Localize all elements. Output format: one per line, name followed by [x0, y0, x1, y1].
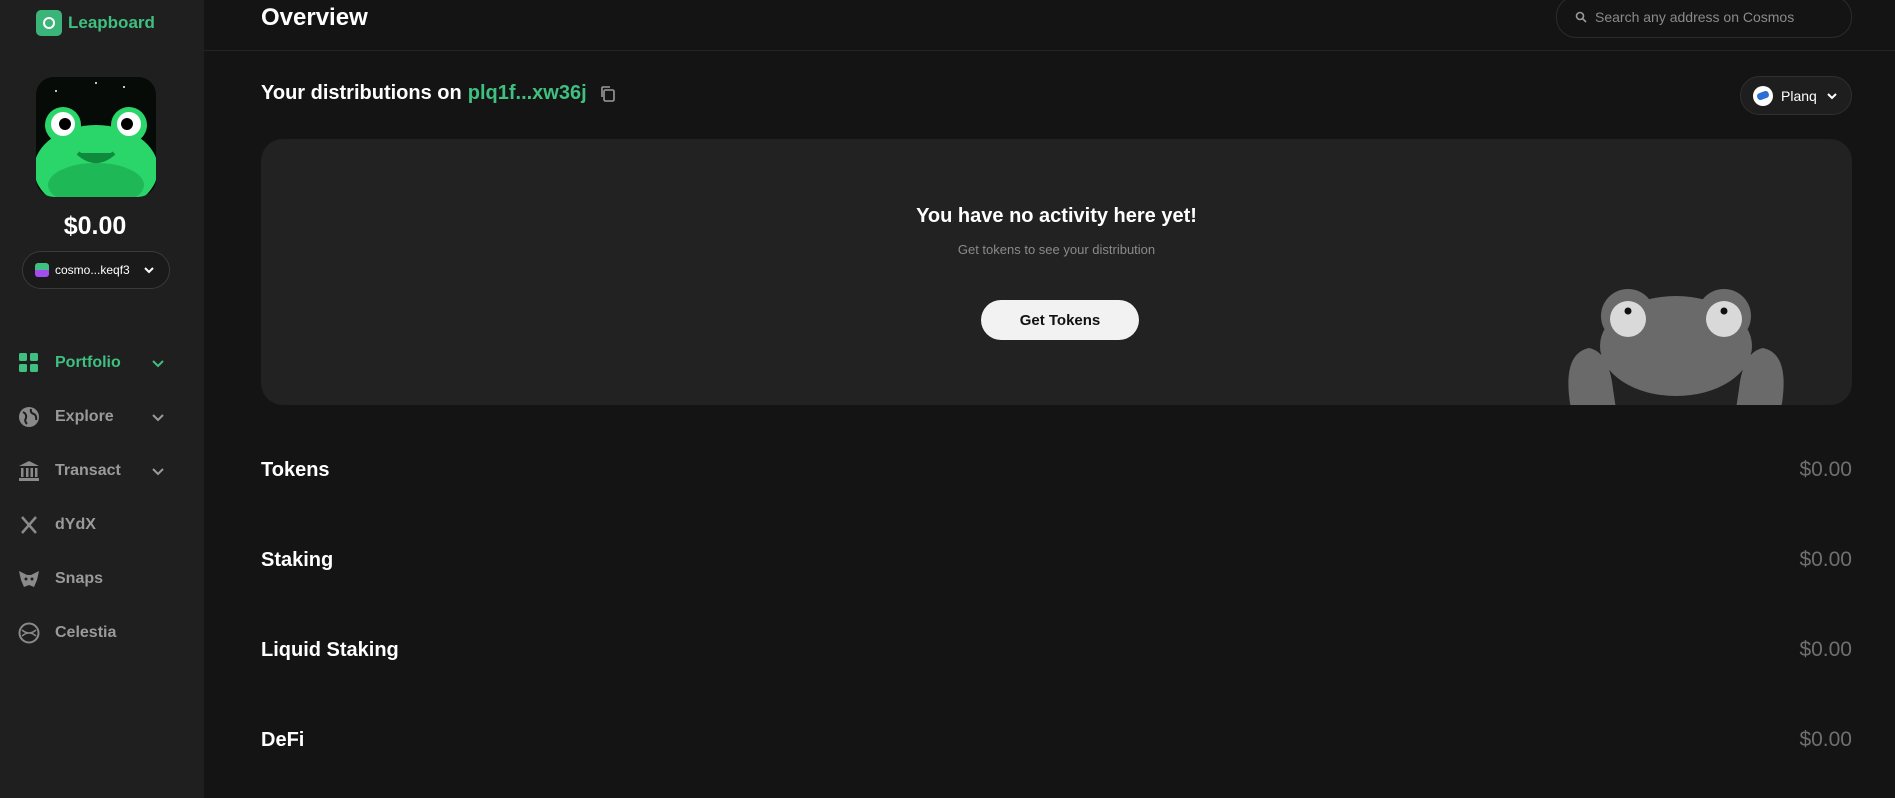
copy-icon[interactable] — [599, 85, 617, 103]
defi-section-row[interactable]: DeFi $0.00 — [261, 720, 1852, 760]
sidebar-nav: Portfolio Explore Transact dYdX Snaps Ce… — [0, 336, 204, 660]
chain-selector[interactable]: Planq — [1740, 76, 1852, 115]
wallet-icon — [35, 263, 49, 277]
planq-logo-icon — [1753, 85, 1773, 106]
sidebar-item-label: dYdX — [55, 516, 96, 533]
distribution-heading: Your distributions on plq1f...xw36j — [261, 82, 617, 105]
liquid-staking-section-row[interactable]: Liquid Staking $0.00 — [261, 630, 1852, 670]
section-title: DeFi — [261, 728, 305, 751]
section-value: $0.00 — [1799, 638, 1852, 661]
grid-icon — [18, 352, 40, 374]
section-value: $0.00 — [1799, 458, 1852, 481]
brand-name: Leapboard — [68, 13, 155, 32]
main-content: Overview Your distributions on plq1f...x… — [204, 0, 1895, 798]
frog-illustration-icon — [1568, 289, 1784, 405]
search-input[interactable] — [1595, 9, 1835, 25]
search-icon — [1575, 11, 1587, 23]
total-balance: $0.00 — [63, 212, 127, 240]
leap-logo-icon — [36, 10, 62, 36]
get-tokens-button[interactable]: Get Tokens — [981, 300, 1139, 340]
dydx-x-icon — [18, 514, 40, 536]
empty-state-card: You have no activity here yet! Get token… — [261, 139, 1852, 405]
tokens-section-row[interactable]: Tokens $0.00 — [261, 450, 1852, 490]
sidebar-item-label: Celestia — [55, 624, 117, 641]
celestia-icon — [18, 622, 40, 644]
chevron-down-icon — [152, 414, 164, 422]
top-bar: Overview — [204, 0, 1895, 51]
section-title: Tokens — [261, 458, 330, 481]
chevron-down-icon — [152, 360, 164, 368]
section-value: $0.00 — [1799, 728, 1852, 751]
sidebar-item-explore[interactable]: Explore — [0, 390, 204, 444]
sidebar-item-label: Snaps — [55, 570, 104, 587]
distribution-address[interactable]: plq1f...xw36j — [468, 82, 587, 105]
bank-icon — [18, 460, 40, 482]
sidebar-item-label: Portfolio — [55, 354, 121, 371]
sidebar-item-label: Explore — [55, 408, 114, 425]
brand-logo[interactable]: Leapboard — [36, 10, 155, 36]
page-title: Overview — [261, 4, 368, 31]
wallet-selector[interactable]: cosmo...keqf3 — [22, 251, 170, 289]
search-box[interactable] — [1556, 0, 1852, 38]
chain-name: Planq — [1781, 87, 1817, 104]
sidebar-item-transact[interactable]: Transact — [0, 444, 204, 498]
distribution-title-prefix: Your distributions on — [261, 82, 462, 104]
sidebar-item-label: Transact — [55, 462, 121, 479]
sidebar-item-portfolio[interactable]: Portfolio — [0, 336, 204, 390]
section-value: $0.00 — [1799, 548, 1852, 571]
section-title: Staking — [261, 548, 334, 571]
avatar[interactable] — [36, 77, 156, 197]
staking-section-row[interactable]: Staking $0.00 — [261, 540, 1852, 580]
chevron-down-icon — [1827, 92, 1837, 99]
sidebar-item-snaps[interactable]: Snaps — [0, 552, 204, 606]
sidebar-item-dydx[interactable]: dYdX — [0, 498, 204, 552]
empty-state-title: You have no activity here yet! — [916, 205, 1197, 227]
empty-state-subtitle: Get tokens to see your distribution — [957, 242, 1156, 257]
section-title: Liquid Staking — [261, 638, 399, 661]
sidebar-item-celestia[interactable]: Celestia — [0, 606, 204, 660]
wallet-address: cosmo...keqf3 — [55, 263, 130, 277]
chevron-down-icon — [152, 468, 164, 476]
metamask-fox-icon — [18, 568, 40, 590]
globe-icon — [18, 406, 40, 428]
frog-avatar-icon — [36, 77, 156, 197]
app-root: Leapboard $0.00 cosmo...keqf3 Portfolio … — [0, 0, 1895, 798]
sidebar: Leapboard $0.00 cosmo...keqf3 Portfolio … — [0, 0, 204, 798]
chevron-down-icon — [143, 267, 154, 274]
